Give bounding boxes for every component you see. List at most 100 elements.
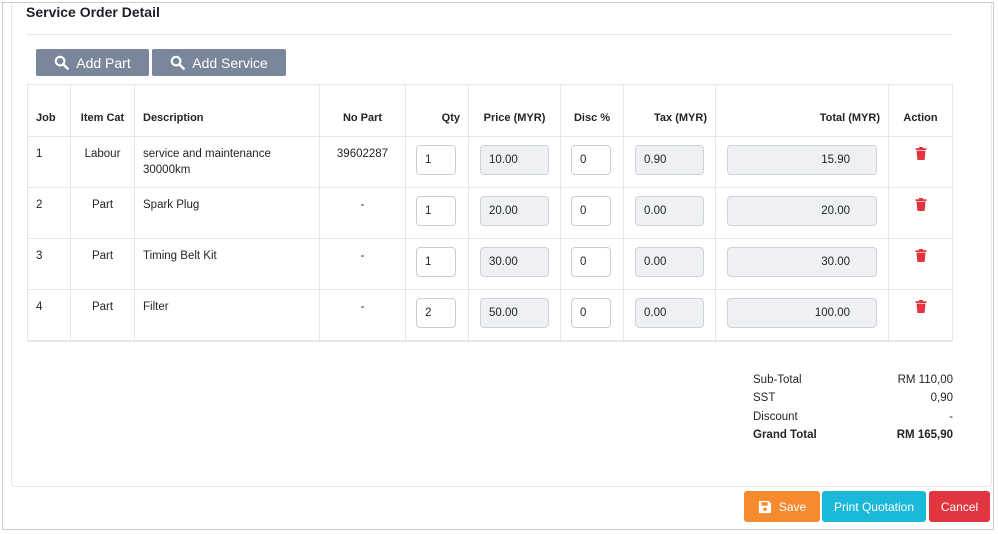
table-row: 3 Part Timing Belt Kit -: [27, 238, 953, 290]
header-price: Price (MYR): [468, 84, 561, 137]
subtotal-value: RM 110,00: [897, 374, 953, 386]
cell-action: [888, 289, 953, 342]
add-part-label: Add Part: [76, 54, 131, 71]
header-no-part: No Part: [319, 84, 406, 137]
save-label: Save: [778, 499, 807, 514]
price-input[interactable]: [480, 247, 549, 277]
print-quotation-label: Print Quotation: [833, 499, 915, 514]
discount-label: Discount: [753, 410, 798, 423]
save-button[interactable]: Save: [744, 491, 820, 522]
cell-no-part: -: [319, 187, 406, 239]
discount-value: -: [949, 410, 953, 423]
tax-input[interactable]: [635, 145, 704, 175]
cancel-label: Cancel: [940, 499, 979, 514]
table-row: 2 Part Spark Plug -: [27, 187, 953, 239]
cell-qty: [405, 187, 469, 239]
cell-item-cat: Part: [70, 238, 135, 290]
cell-job: 1: [27, 136, 71, 188]
cell-job: 2: [27, 187, 71, 239]
cell-item-cat: Part: [70, 187, 135, 239]
subtotal-label: Sub-Total: [753, 374, 802, 386]
search-icon: [171, 55, 186, 70]
trash-icon[interactable]: [915, 249, 927, 267]
total-input[interactable]: [727, 196, 877, 226]
disc-input[interactable]: [571, 247, 611, 277]
trash-icon[interactable]: [915, 147, 927, 165]
order-summary: Sub-Total RM 110,00 SST 0,90 Discount - …: [753, 371, 953, 444]
tax-input[interactable]: [635, 196, 704, 226]
page-title: Service Order Detail: [26, 4, 160, 20]
qty-input[interactable]: [416, 298, 456, 328]
tax-input[interactable]: [635, 298, 704, 328]
header-tax: Tax (MYR): [623, 84, 716, 137]
header-job: Job: [27, 84, 71, 137]
total-input[interactable]: [727, 247, 877, 277]
grand-total-value: RM 165,90: [896, 428, 953, 441]
cell-total: [715, 238, 889, 290]
cell-description: Spark Plug: [134, 187, 320, 239]
header-description: Description: [134, 84, 320, 137]
grand-total-label: Grand Total: [753, 428, 817, 441]
sst-value: 0,90: [930, 392, 953, 405]
summary-sst-row: SST 0,90: [753, 389, 953, 407]
total-input[interactable]: [727, 298, 877, 328]
cell-no-part: -: [319, 289, 406, 342]
qty-input[interactable]: [416, 247, 456, 277]
disc-input[interactable]: [571, 196, 611, 226]
cell-description: service and maintenance 30000km: [134, 136, 320, 188]
cell-item-cat: Labour: [70, 136, 135, 188]
cell-total: [715, 136, 889, 188]
disc-input[interactable]: [571, 298, 611, 328]
cell-price: [468, 136, 561, 188]
disc-input[interactable]: [571, 145, 611, 175]
cell-item-cat: Part: [70, 289, 135, 342]
price-input[interactable]: [480, 196, 549, 226]
cell-qty: [405, 289, 469, 342]
service-items-table: Job Item Cat Description No Part Qty Pri…: [27, 84, 953, 342]
add-service-label: Add Service: [192, 54, 268, 71]
cell-tax: [623, 187, 716, 239]
header-item-cat: Item Cat: [70, 84, 135, 137]
cell-qty: [405, 136, 469, 188]
table-row: 4 Part Filter -: [27, 289, 953, 342]
cell-disc: [560, 289, 624, 342]
summary-subtotal-row: Sub-Total RM 110,00: [753, 371, 953, 389]
cell-disc: [560, 136, 624, 188]
summary-discount-row: Discount -: [753, 408, 953, 426]
cell-description: Timing Belt Kit: [134, 238, 320, 290]
tax-input[interactable]: [635, 247, 704, 277]
header-qty: Qty: [405, 84, 469, 137]
cell-disc: [560, 187, 624, 239]
floppy-disk-icon: [758, 500, 771, 513]
price-input[interactable]: [480, 298, 549, 328]
search-icon: [55, 55, 70, 70]
total-input[interactable]: [727, 145, 877, 175]
cell-total: [715, 187, 889, 239]
cell-disc: [560, 238, 624, 290]
trash-icon[interactable]: [915, 198, 927, 216]
cell-job: 3: [27, 238, 71, 290]
cell-price: [468, 187, 561, 239]
qty-input[interactable]: [416, 196, 456, 226]
trash-icon[interactable]: [915, 300, 927, 318]
header-total: Total (MYR): [715, 84, 889, 137]
cell-no-part: -: [319, 238, 406, 290]
header-action: Action: [888, 84, 953, 137]
title-divider: [26, 34, 952, 35]
table-row: 1 Labour service and maintenance 30000km 39…: [27, 136, 953, 188]
summary-grand-total-row: Grand Total RM 165,90: [753, 426, 953, 444]
cell-total: [715, 289, 889, 342]
qty-input[interactable]: [416, 145, 456, 175]
cell-price: [468, 289, 561, 342]
price-input[interactable]: [480, 145, 549, 175]
cell-action: [888, 187, 953, 239]
print-quotation-button[interactable]: Print Quotation: [822, 491, 926, 522]
sst-label: SST: [753, 392, 776, 405]
cell-action: [888, 238, 953, 290]
add-part-button[interactable]: Add Part: [36, 49, 149, 76]
cell-action: [888, 136, 953, 188]
header-disc: Disc %: [560, 84, 624, 137]
cancel-button[interactable]: Cancel: [929, 491, 990, 522]
add-service-button[interactable]: Add Service: [152, 49, 286, 76]
table-header-row: Job Item Cat Description No Part Qty Pri…: [27, 84, 953, 137]
